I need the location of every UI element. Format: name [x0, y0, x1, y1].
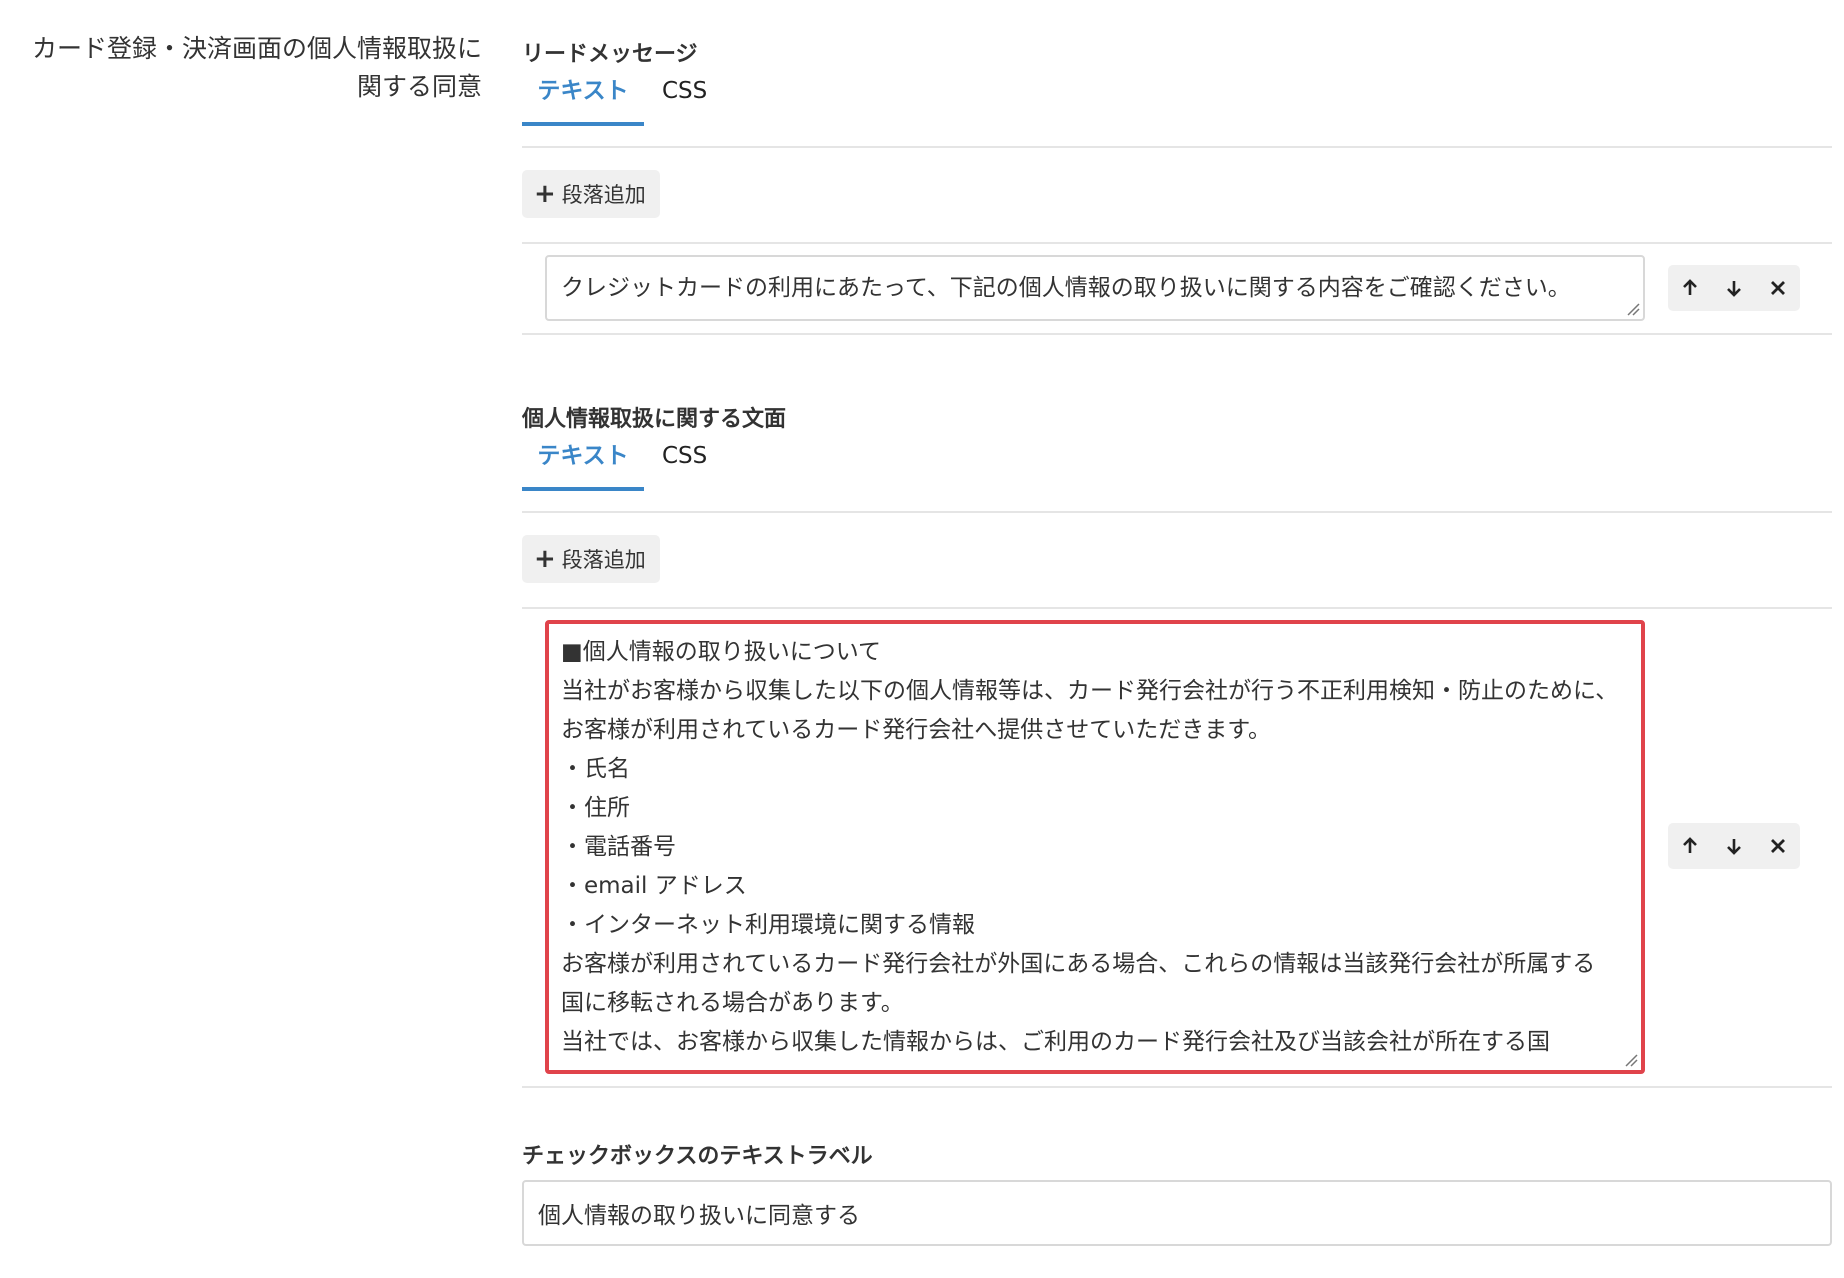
move-up-button[interactable]	[1668, 823, 1712, 869]
add-paragraph-button[interactable]: + 段落追加	[522, 170, 660, 218]
row-label-line1: カード登録・決済画面の個人情報取扱に	[31, 34, 482, 63]
add-paragraph-label: 段落追加	[561, 548, 646, 572]
arrow-down-icon	[1727, 839, 1741, 855]
move-down-button[interactable]	[1712, 265, 1756, 311]
tab-css[interactable]: CSS	[662, 441, 707, 487]
close-icon	[1771, 839, 1785, 853]
lead-paragraph-text: クレジットカードの利用にあたって、下記の個人情報の取り扱いに関する内容をご確認く…	[561, 275, 1571, 301]
delete-paragraph-button[interactable]	[1756, 265, 1800, 311]
divider	[522, 242, 1832, 244]
plus-icon: +	[534, 544, 556, 574]
divider	[522, 333, 1832, 335]
lead-paragraph-controls	[1668, 265, 1800, 311]
checkbox-label-input[interactable]: 個人情報の取り扱いに同意する	[522, 1180, 1832, 1246]
tab-css[interactable]: CSS	[662, 76, 707, 122]
privacy-paragraph-textarea[interactable]: ■個人情報の取り扱いについて 当社がお客様から収集した以下の個人情報等は、カード…	[545, 620, 1645, 1074]
checkbox-label-title: チェックボックスのテキストラベル	[522, 1144, 873, 1169]
plus-icon: +	[534, 179, 556, 209]
divider	[522, 1086, 1832, 1088]
lead-message-tabs: テキスト CSS	[522, 52, 1832, 148]
add-paragraph-label: 段落追加	[561, 183, 646, 207]
move-down-button[interactable]	[1712, 823, 1756, 869]
resize-grip-icon[interactable]	[1624, 1053, 1638, 1067]
privacy-paragraph-text: ■個人情報の取り扱いについて 当社がお客様から収集した以下の個人情報等は、カード…	[561, 639, 1619, 1055]
move-up-button[interactable]	[1668, 265, 1712, 311]
tab-text[interactable]: テキスト	[522, 76, 644, 126]
checkbox-label-value: 個人情報の取り扱いに同意する	[538, 1203, 860, 1229]
close-icon	[1771, 281, 1785, 295]
privacy-text-tabs: テキスト CSS	[522, 417, 1832, 513]
privacy-paragraph-controls	[1668, 823, 1800, 869]
arrow-up-icon	[1683, 279, 1697, 295]
delete-paragraph-button[interactable]	[1756, 823, 1800, 869]
row-label-line2: 関する同意	[356, 72, 482, 101]
tab-text[interactable]: テキスト	[522, 441, 644, 491]
arrow-up-icon	[1683, 837, 1697, 853]
resize-grip-icon[interactable]	[1626, 302, 1640, 316]
lead-paragraph-textarea[interactable]: クレジットカードの利用にあたって、下記の個人情報の取り扱いに関する内容をご確認く…	[545, 255, 1645, 321]
divider	[522, 607, 1832, 609]
add-paragraph-button[interactable]: + 段落追加	[522, 535, 660, 583]
arrow-down-icon	[1727, 281, 1741, 297]
row-label: カード登録・決済画面の個人情報取扱に 関する同意	[0, 30, 482, 106]
